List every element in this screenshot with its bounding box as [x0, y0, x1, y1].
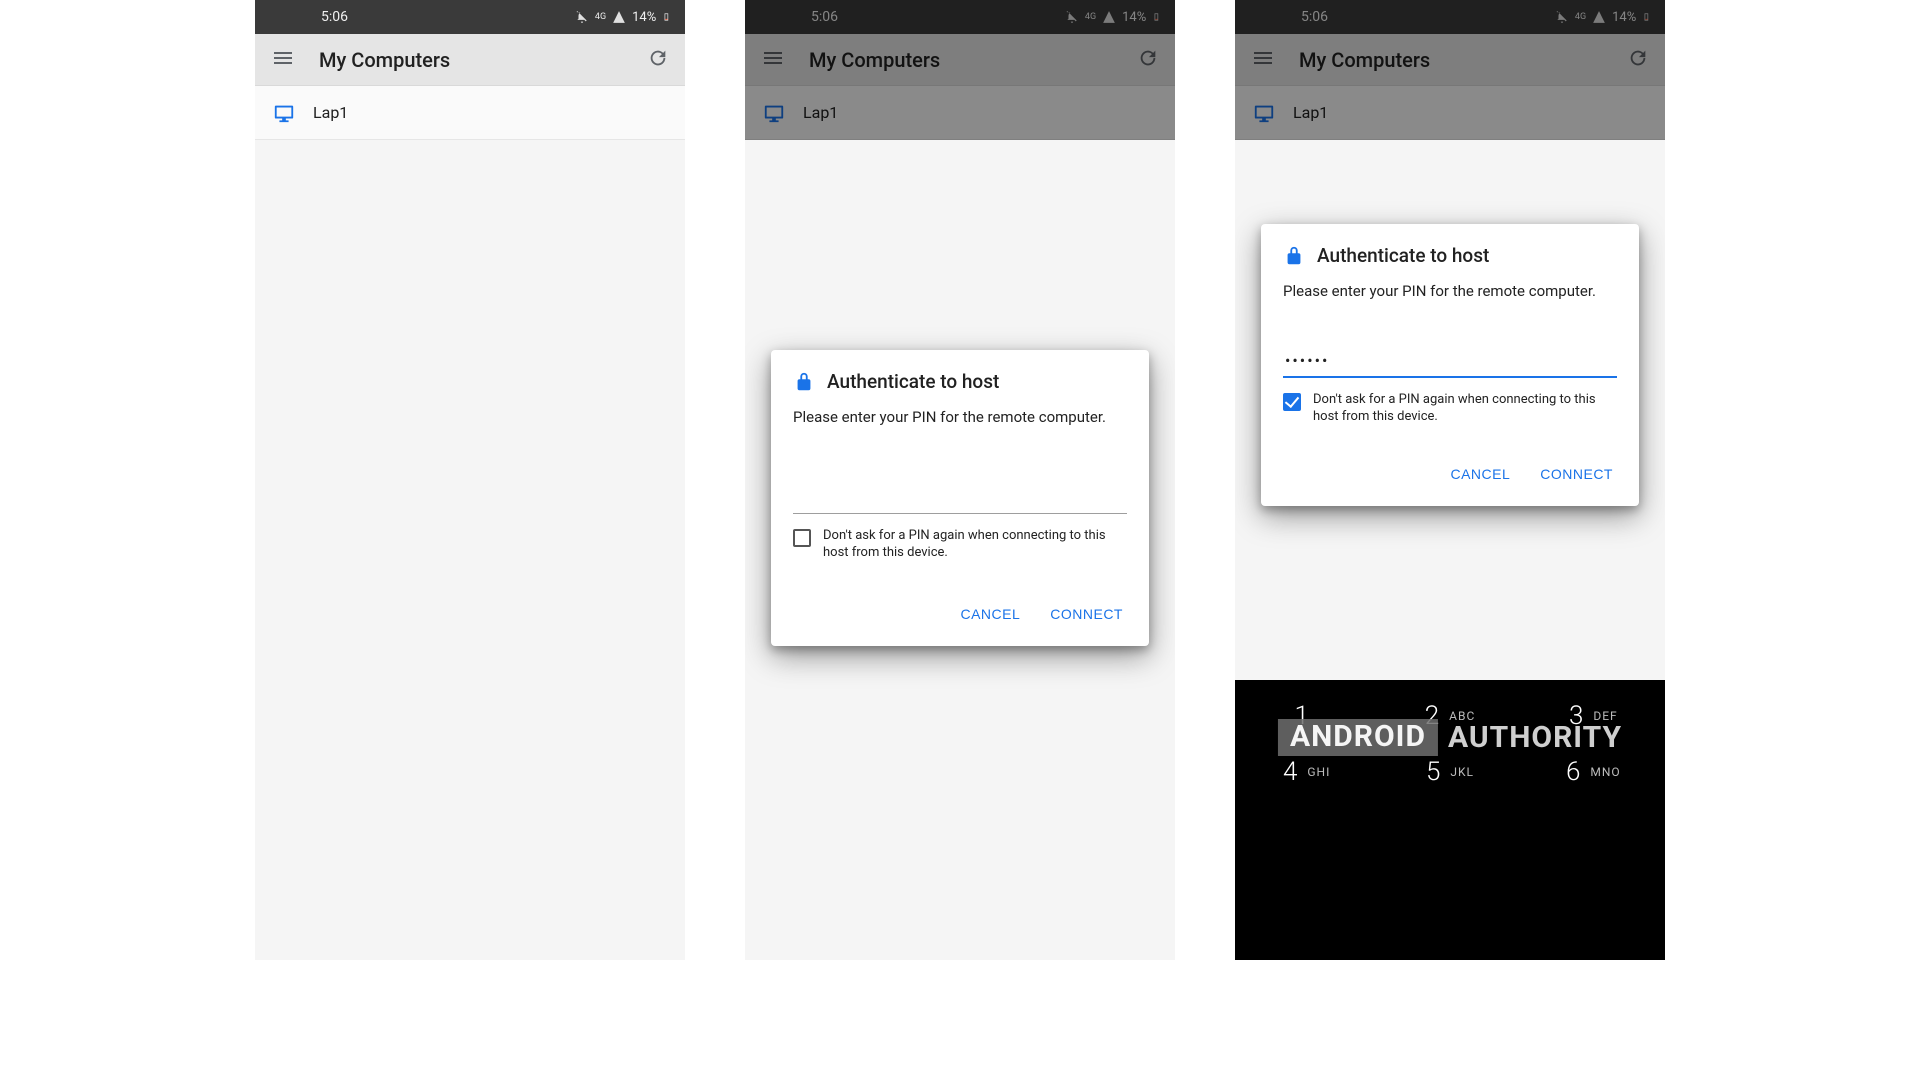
battery-percent: 14% [632, 10, 656, 25]
dialog-actions: CANCEL CONNECT [1283, 460, 1617, 494]
cancel-button[interactable]: CANCEL [956, 600, 1024, 628]
bell-off-icon [575, 10, 589, 24]
phone-screenshot-1: 5:06 4G 14% My Computers Lap1 [255, 0, 685, 960]
checkbox-unchecked-icon [793, 529, 811, 547]
signal-icon [1102, 10, 1116, 24]
status-bar: 5:06 4G 14% [745, 0, 1175, 34]
monitor-icon [763, 102, 785, 124]
key-3[interactable]: 3DEF [1522, 688, 1665, 744]
battery-icon [1642, 10, 1651, 24]
signal-icon [1592, 10, 1606, 24]
page-title: My Computers [809, 48, 1113, 72]
key-2[interactable]: 2ABC [1378, 688, 1521, 744]
network-4g-label: 4G [595, 12, 606, 22]
hamburger-icon [761, 46, 785, 70]
checkbox-label: Don't ask for a PIN again when connectin… [823, 528, 1127, 562]
computer-list-item[interactable]: Lap1 [745, 86, 1175, 140]
app-bar: My Computers [255, 34, 685, 86]
page-title: My Computers [1299, 48, 1603, 72]
keyboard-row: 4GHI 5JKL 6MNO [1235, 744, 1665, 800]
keyboard-row: 1 2ABC 3DEF [1235, 688, 1665, 744]
dialog-header: Authenticate to host [1283, 244, 1617, 267]
monitor-icon [273, 102, 295, 124]
pin-input[interactable] [793, 483, 1127, 514]
monitor-icon [1253, 102, 1275, 124]
computer-list-item[interactable]: Lap1 [1235, 86, 1665, 140]
battery-percent: 14% [1122, 10, 1146, 25]
dialog-message: Please enter your PIN for the remote com… [1283, 281, 1617, 301]
connect-button[interactable]: CONNECT [1536, 460, 1617, 488]
battery-icon [662, 10, 671, 24]
battery-percent: 14% [1612, 10, 1636, 25]
bell-off-icon [1555, 10, 1569, 24]
key-5[interactable]: 5JKL [1378, 744, 1521, 800]
phone-screenshot-2: 5:06 4G 14% My Computers Lap1 Authentica… [745, 0, 1175, 960]
cancel-button[interactable]: CANCEL [1446, 460, 1514, 488]
dialog-message: Please enter your PIN for the remote com… [793, 407, 1127, 427]
key-1[interactable]: 1 [1235, 688, 1378, 744]
status-bar: 5:06 4G 14% [255, 0, 685, 34]
checkbox-checked-icon [1283, 393, 1301, 411]
status-icons: 4G 14% [1555, 10, 1651, 25]
menu-button[interactable] [1251, 46, 1275, 74]
key-6[interactable]: 6MNO [1522, 744, 1665, 800]
refresh-icon [1627, 47, 1649, 69]
network-4g-label: 4G [1575, 12, 1586, 22]
status-icons: 4G 14% [575, 10, 671, 25]
computer-name: Lap1 [313, 103, 348, 122]
connect-button[interactable]: CONNECT [1046, 600, 1127, 628]
phone-screenshot-3: 5:06 4G 14% My Computers Lap1 Authentica… [1235, 0, 1665, 960]
remember-pin-option[interactable]: Don't ask for a PIN again when connectin… [793, 528, 1127, 562]
status-icons: 4G 14% [1065, 10, 1161, 25]
key-4[interactable]: 4GHI [1235, 744, 1378, 800]
status-time: 5:06 [759, 9, 838, 25]
dialog-title: Authenticate to host [827, 370, 999, 393]
dialog-title: Authenticate to host [1317, 244, 1489, 267]
refresh-button[interactable] [647, 47, 669, 73]
computer-name: Lap1 [1293, 103, 1328, 122]
lock-icon [1283, 245, 1305, 267]
computer-name: Lap1 [803, 103, 838, 122]
menu-button[interactable] [761, 46, 785, 74]
hamburger-icon [1251, 46, 1275, 70]
network-4g-label: 4G [1085, 12, 1096, 22]
computer-list: Lap1 [1235, 86, 1665, 140]
computer-list: Lap1 [255, 86, 685, 140]
dialog-header: Authenticate to host [793, 370, 1127, 393]
authenticate-dialog: Authenticate to host Please enter your P… [771, 350, 1149, 646]
computer-list-item[interactable]: Lap1 [255, 86, 685, 140]
phone-content: 5:06 4G 14% My Computers Lap1 [255, 0, 685, 960]
dialog-actions: CANCEL CONNECT [793, 600, 1127, 634]
pin-input[interactable]: •••••• [1283, 345, 1617, 378]
app-bar: My Computers [1235, 34, 1665, 86]
bell-off-icon [1065, 10, 1079, 24]
remember-pin-option[interactable]: Don't ask for a PIN again when connectin… [1283, 392, 1617, 426]
battery-icon [1152, 10, 1161, 24]
checkbox-label: Don't ask for a PIN again when connectin… [1313, 392, 1617, 426]
refresh-button[interactable] [1137, 47, 1159, 73]
menu-button[interactable] [271, 46, 295, 74]
page-title: My Computers [319, 48, 623, 72]
app-bar: My Computers [745, 34, 1175, 86]
refresh-icon [647, 47, 669, 69]
computer-list: Lap1 [745, 86, 1175, 140]
authenticate-dialog: Authenticate to host Please enter your P… [1261, 224, 1639, 506]
hamburger-icon [271, 46, 295, 70]
signal-icon [612, 10, 626, 24]
numeric-keyboard: 1 2ABC 3DEF 4GHI 5JKL 6MNO [1235, 680, 1665, 960]
status-time: 5:06 [1249, 9, 1328, 25]
lock-icon [793, 371, 815, 393]
status-bar: 5:06 4G 14% [1235, 0, 1665, 34]
refresh-icon [1137, 47, 1159, 69]
refresh-button[interactable] [1627, 47, 1649, 73]
status-time: 5:06 [269, 9, 348, 25]
